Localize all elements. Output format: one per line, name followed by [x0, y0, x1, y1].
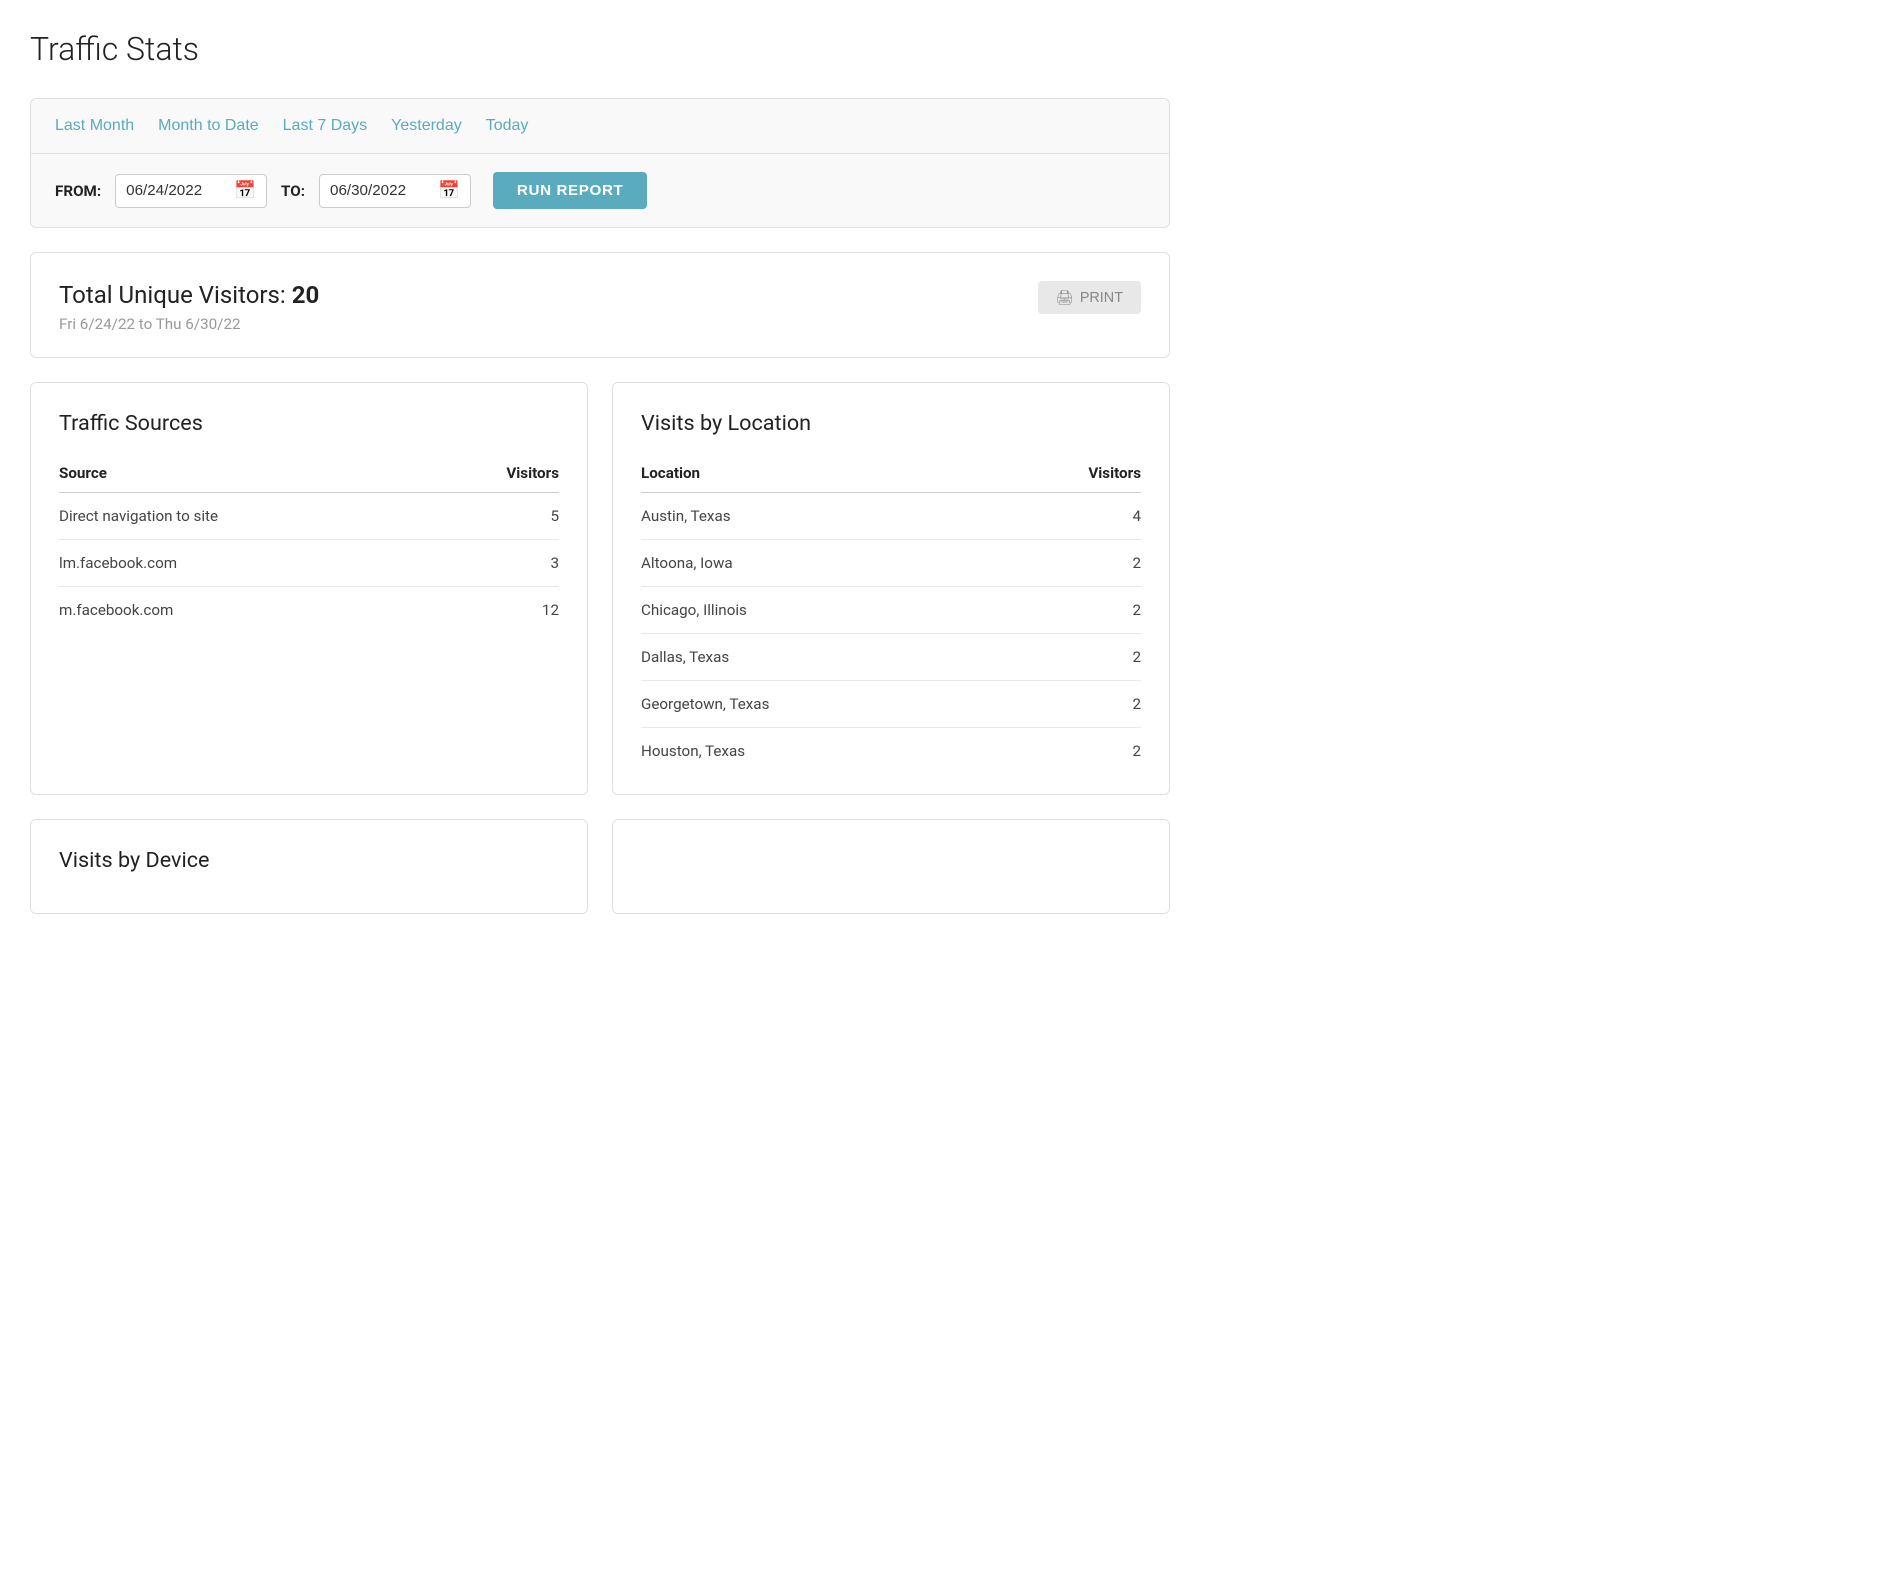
location-visitors-cell: 2 [996, 728, 1141, 775]
visits-by-device-title: Visits by Device [59, 848, 559, 873]
traffic-source-cell: Direct navigation to site [59, 493, 435, 540]
traffic-visitors-cell: 3 [435, 540, 559, 587]
location-visitors-cell: 2 [996, 634, 1141, 681]
visits-by-location-card: Visits by Location Location Visitors Aus… [612, 382, 1170, 795]
date-row: FROM: 📅 TO: 📅 RUN REPORT [31, 154, 1169, 227]
traffic-sources-card: Traffic Sources Source Visitors Direct n… [30, 382, 588, 795]
table-row: Chicago, Illinois 2 [641, 587, 1141, 634]
print-button[interactable]: 🖨 PRINT [1038, 281, 1141, 314]
location-cell: Georgetown, Texas [641, 681, 996, 728]
table-row: Direct navigation to site 5 [59, 493, 559, 540]
traffic-visitors-cell: 12 [435, 587, 559, 634]
location-cell: Austin, Texas [641, 493, 996, 540]
filter-card: Last Month Month to Date Last 7 Days Yes… [30, 98, 1170, 228]
quick-filter-last-month[interactable]: Last Month [55, 117, 134, 135]
table-row: m.facebook.com 12 [59, 587, 559, 634]
table-row: Altoona, Iowa 2 [641, 540, 1141, 587]
traffic-sources-table: Source Visitors Direct navigation to sit… [59, 456, 559, 633]
traffic-visitors-cell: 5 [435, 493, 559, 540]
to-date-input-wrap: 📅 [319, 174, 471, 208]
to-label: TO: [281, 182, 305, 200]
traffic-source-cell: lm.facebook.com [59, 540, 435, 587]
quick-filter-last-7-days[interactable]: Last 7 Days [283, 117, 367, 135]
bottom-cards-section: Visits by Device [30, 819, 1170, 914]
quick-filter-month-to-date[interactable]: Month to Date [158, 117, 259, 135]
run-report-button[interactable]: RUN REPORT [493, 172, 648, 209]
bottom-right-card [612, 819, 1170, 914]
table-row: lm.facebook.com 3 [59, 540, 559, 587]
traffic-visitors-col-header: Visitors [435, 456, 559, 493]
two-col-section: Traffic Sources Source Visitors Direct n… [30, 382, 1170, 795]
traffic-sources-title: Traffic Sources [59, 411, 559, 436]
location-visitors-cell: 2 [996, 587, 1141, 634]
to-calendar-icon[interactable]: 📅 [438, 181, 460, 201]
location-visitors-cell: 2 [996, 540, 1141, 587]
location-cell: Dallas, Texas [641, 634, 996, 681]
table-row: Houston, Texas 2 [641, 728, 1141, 775]
traffic-source-cell: m.facebook.com [59, 587, 435, 634]
location-cell: Chicago, Illinois [641, 587, 996, 634]
table-row: Dallas, Texas 2 [641, 634, 1141, 681]
location-col-header: Location [641, 456, 996, 493]
location-visitors-cell: 4 [996, 493, 1141, 540]
page-title: Traffic Stats [30, 30, 1170, 68]
summary-title: Total Unique Visitors: 20 [59, 281, 319, 309]
table-row: Georgetown, Texas 2 [641, 681, 1141, 728]
quick-filter-yesterday[interactable]: Yesterday [391, 117, 462, 135]
visits-by-device-card: Visits by Device [30, 819, 588, 914]
printer-icon: 🖨 [1056, 289, 1074, 306]
to-date-input[interactable] [330, 182, 430, 199]
from-date-input-wrap: 📅 [115, 174, 267, 208]
location-visitors-cell: 2 [996, 681, 1141, 728]
quick-filters-bar: Last Month Month to Date Last 7 Days Yes… [31, 99, 1169, 154]
from-date-input[interactable] [126, 182, 226, 199]
summary-text: Total Unique Visitors: 20 Fri 6/24/22 to… [59, 281, 319, 333]
from-label: FROM: [55, 182, 101, 200]
location-cell: Houston, Texas [641, 728, 996, 775]
traffic-source-col-header: Source [59, 456, 435, 493]
summary-card: Total Unique Visitors: 20 Fri 6/24/22 to… [30, 252, 1170, 358]
visits-by-location-table: Location Visitors Austin, Texas 4 Altoon… [641, 456, 1141, 774]
quick-filter-today[interactable]: Today [486, 117, 529, 135]
table-row: Austin, Texas 4 [641, 493, 1141, 540]
summary-date-range: Fri 6/24/22 to Thu 6/30/22 [59, 315, 319, 333]
from-calendar-icon[interactable]: 📅 [234, 181, 256, 201]
location-cell: Altoona, Iowa [641, 540, 996, 587]
location-visitors-col-header: Visitors [996, 456, 1141, 493]
visits-by-location-title: Visits by Location [641, 411, 1141, 436]
